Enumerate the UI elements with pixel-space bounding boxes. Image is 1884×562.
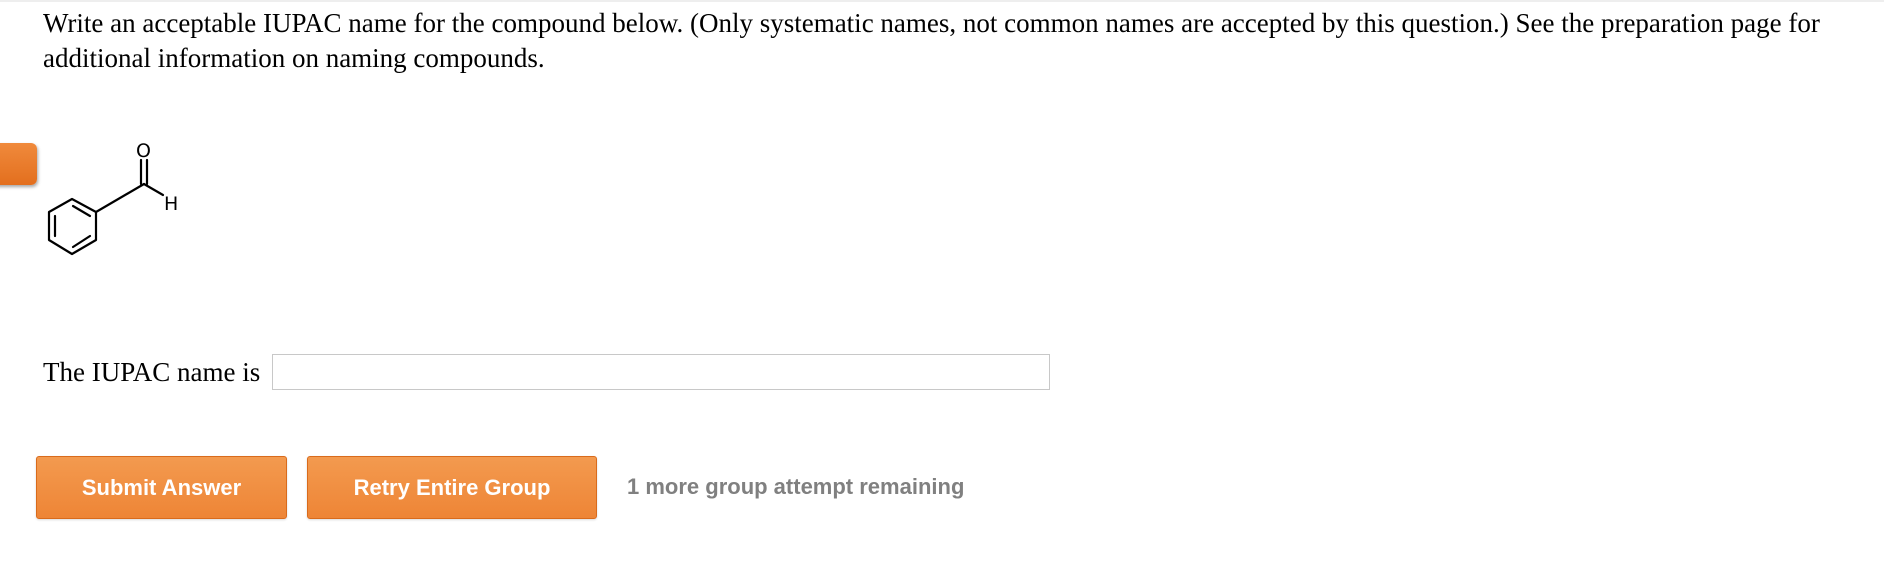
aldehyde-h-bond xyxy=(142,182,165,197)
oxygen-atom-label: O xyxy=(136,140,151,162)
answer-row: The IUPAC name is xyxy=(43,352,1051,392)
ring-carbonyl-bond xyxy=(94,182,146,214)
submit-answer-button[interactable]: Submit Answer xyxy=(36,456,287,519)
retry-entire-group-button[interactable]: Retry Entire Group xyxy=(307,456,597,519)
top-divider xyxy=(0,0,1884,2)
question-prompt: Write an acceptable IUPAC name for the c… xyxy=(43,8,1820,73)
attempts-remaining-text: 1 more group attempt remaining xyxy=(627,474,965,499)
benzaldehyde-structure: O H xyxy=(47,140,178,256)
hydrogen-atom-label: H xyxy=(164,193,178,215)
answer-label: The IUPAC name is xyxy=(43,357,261,387)
side-tab-handle[interactable] xyxy=(0,143,37,185)
iupac-name-input[interactable] xyxy=(272,354,1051,390)
